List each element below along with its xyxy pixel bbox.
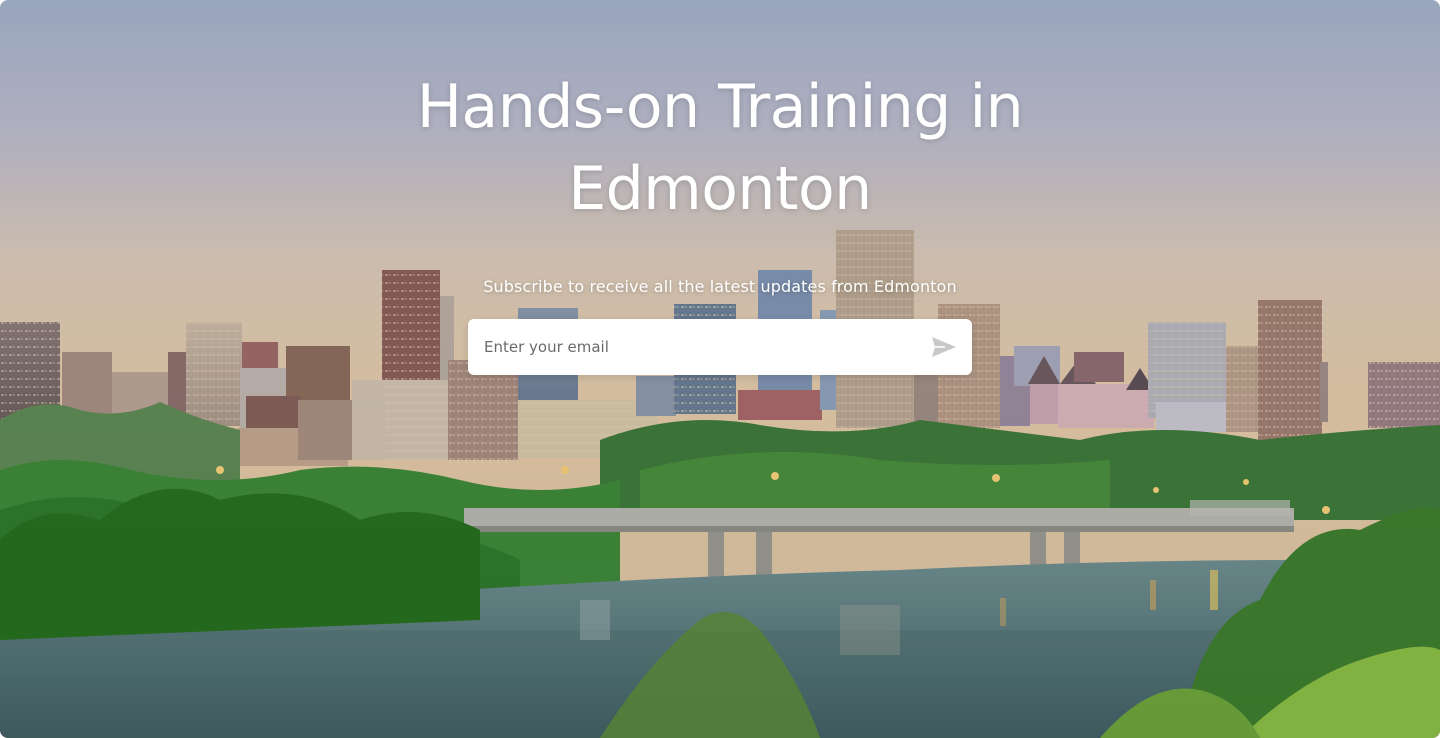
subscribe-description: Subscribe to receive all the latest upda… (483, 277, 957, 296)
hero-title-line-1: Hands-on Training in (416, 72, 1024, 142)
send-icon (932, 337, 956, 357)
email-input[interactable] (468, 319, 908, 375)
send-button[interactable] (926, 331, 962, 363)
hero-title-line-2: Edmonton (568, 154, 872, 224)
hero-title: Hands-on Training in Edmonton (320, 66, 1120, 230)
subscribe-form (468, 319, 972, 375)
hero-section: Hands-on Training in Edmonton Subscribe … (0, 0, 1440, 738)
